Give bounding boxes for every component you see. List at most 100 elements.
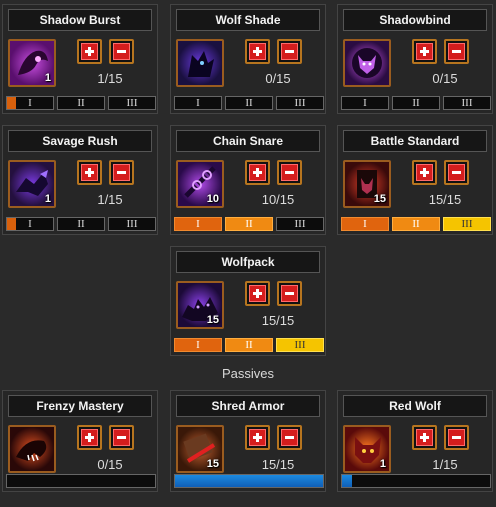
passives-heading: Passives	[221, 366, 275, 381]
decrease-button[interactable]	[109, 39, 134, 64]
progress-fill	[175, 475, 323, 487]
increase-button[interactable]	[77, 425, 102, 450]
decrease-button[interactable]	[109, 160, 134, 185]
red-wolf-icon[interactable]: 1	[343, 425, 391, 473]
tier-3: III	[276, 217, 324, 231]
shred-armor-icon[interactable]: 15	[176, 425, 224, 473]
talent-title: Savage Rush	[8, 130, 152, 152]
talent-rank: 15	[206, 314, 219, 326]
tier-1: I	[6, 96, 54, 110]
shadowbind-wolf-icon[interactable]	[343, 39, 391, 87]
tier-track: I II III	[174, 96, 324, 110]
tier-2: II	[225, 96, 273, 110]
increase-button[interactable]	[412, 425, 437, 450]
talent-points: 1/15	[97, 71, 123, 86]
wolf-shade-icon[interactable]	[176, 39, 224, 87]
tier-track: I II III	[6, 96, 156, 110]
battle-standard-icon[interactable]: 15	[343, 160, 391, 208]
talent-rank: 15	[373, 193, 386, 205]
passive-card-shred-armor: Shred Armor 15 15/15	[170, 390, 326, 492]
passive-card-frenzy-mastery: Frenzy Mastery 0/15	[2, 390, 158, 492]
talent-card-savage-rush: Savage Rush 1 1/15 I II III	[2, 125, 158, 235]
passive-title: Shred Armor	[176, 395, 320, 417]
talent-card-chain-snare: Chain Snare 10 10/15 I II III	[170, 125, 326, 235]
tier-1: I	[6, 217, 54, 231]
talent-rank: 1	[44, 72, 51, 84]
talent-rank: 10	[206, 193, 219, 205]
talent-points: 1/15	[97, 192, 123, 207]
progress-fill	[342, 475, 352, 487]
frenzy-mastery-icon[interactable]	[8, 425, 56, 473]
talent-card-wolf-shade: Wolf Shade 0/15 I II III	[170, 4, 326, 114]
tier-3: III	[276, 96, 324, 110]
tier-1: I	[174, 217, 222, 231]
tier-2: II	[225, 217, 273, 231]
decrease-button[interactable]	[277, 160, 302, 185]
talent-points: 0/15	[432, 71, 458, 86]
decrease-button[interactable]	[444, 160, 469, 185]
decrease-button[interactable]	[277, 39, 302, 64]
talent-title: Shadowbind	[343, 9, 487, 31]
tier-track: I II III	[174, 338, 324, 352]
tier-3: III	[443, 96, 491, 110]
passive-title: Frenzy Mastery	[8, 395, 152, 417]
talent-title: Battle Standard	[343, 130, 487, 152]
decrease-button[interactable]	[444, 39, 469, 64]
tier-2: II	[57, 96, 105, 110]
increase-button[interactable]	[77, 160, 102, 185]
tier-1: I	[174, 96, 222, 110]
passive-points: 0/15	[97, 457, 123, 472]
talent-card-shadowbind: Shadowbind 0/15 I II III	[337, 4, 493, 114]
talent-title: Shadow Burst	[8, 9, 152, 31]
shadow-burst-icon[interactable]: 1	[8, 39, 56, 87]
tier-3: III	[108, 96, 156, 110]
passive-points: 15/15	[261, 457, 295, 472]
passive-title: Red Wolf	[343, 395, 487, 417]
increase-button[interactable]	[245, 281, 270, 306]
decrease-button[interactable]	[277, 281, 302, 306]
tier-1: I	[174, 338, 222, 352]
talent-points: 15/15	[428, 192, 462, 207]
tier-2: II	[392, 96, 440, 110]
passive-card-red-wolf: Red Wolf 1 1/15	[337, 390, 493, 492]
talent-title: Wolfpack	[176, 251, 320, 273]
passive-progress-bar	[341, 474, 491, 488]
tier-track: I II III	[6, 217, 156, 231]
tier-1: I	[341, 96, 389, 110]
talent-card-wolfpack: Wolfpack 15 15/15 I II III	[170, 246, 326, 356]
tier-track: I II III	[341, 96, 491, 110]
tier-2: II	[225, 338, 273, 352]
tier-2: II	[392, 217, 440, 231]
decrease-button[interactable]	[277, 425, 302, 450]
tier-track: I II III	[174, 217, 324, 231]
increase-button[interactable]	[412, 160, 437, 185]
tier-3: III	[108, 217, 156, 231]
chain-snare-icon[interactable]: 10	[176, 160, 224, 208]
passive-progress-bar	[6, 474, 156, 488]
passive-points: 1/15	[432, 457, 458, 472]
talent-rank: 1	[44, 193, 51, 205]
increase-button[interactable]	[245, 425, 270, 450]
decrease-button[interactable]	[444, 425, 469, 450]
passive-rank: 1	[379, 458, 386, 470]
increase-button[interactable]	[77, 39, 102, 64]
tier-1: I	[341, 217, 389, 231]
increase-button[interactable]	[245, 39, 270, 64]
talent-title: Wolf Shade	[176, 9, 320, 31]
talent-title: Chain Snare	[176, 130, 320, 152]
talent-points: 0/15	[265, 71, 291, 86]
savage-rush-icon[interactable]: 1	[8, 160, 56, 208]
increase-button[interactable]	[245, 160, 270, 185]
talent-card-shadow-burst: Shadow Burst 1 1/15 I II III	[2, 4, 158, 114]
talent-card-battle-standard: Battle Standard 15 15/15 I II III	[337, 125, 493, 235]
decrease-button[interactable]	[109, 425, 134, 450]
tier-3: III	[443, 217, 491, 231]
tier-track: I II III	[341, 217, 491, 231]
wolfpack-icon[interactable]: 15	[176, 281, 224, 329]
tier-3: III	[276, 338, 324, 352]
talent-points: 15/15	[261, 313, 295, 328]
passive-progress-bar	[174, 474, 324, 488]
increase-button[interactable]	[412, 39, 437, 64]
talent-points: 10/15	[261, 192, 295, 207]
tier-2: II	[57, 217, 105, 231]
